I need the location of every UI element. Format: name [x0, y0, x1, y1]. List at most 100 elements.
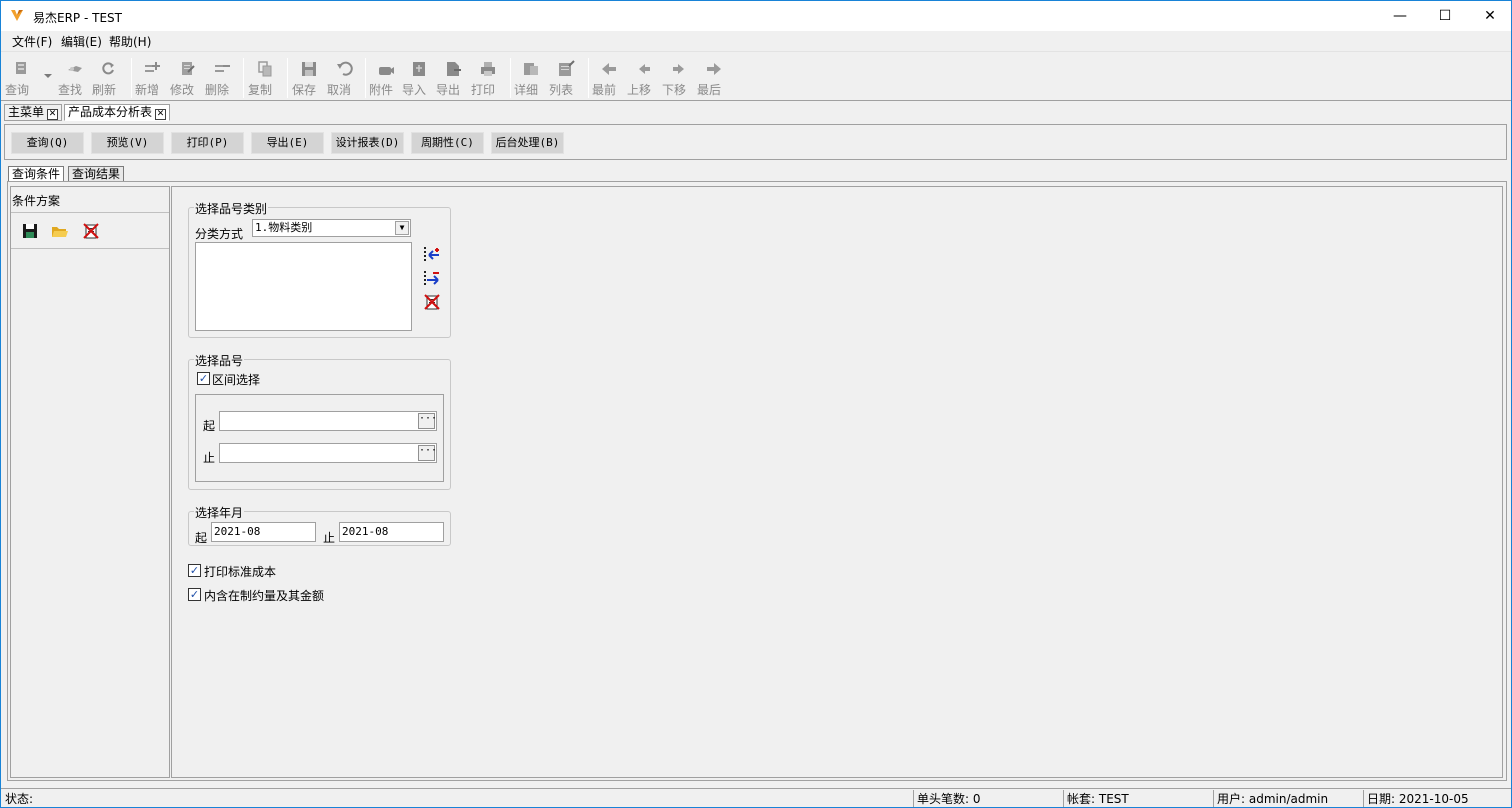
- printer-icon: [481, 62, 495, 76]
- document-tab-bar: 主菜单 ✕ 产品成本分析表 ✕: [1, 102, 1511, 122]
- first-record-icon: [602, 63, 616, 75]
- toolbar-detail-button[interactable]: 详细: [514, 58, 548, 100]
- toolbar-print-button[interactable]: 打印: [471, 58, 505, 100]
- refresh-icon: [102, 62, 114, 75]
- periodic-button[interactable]: 周期性(C): [411, 132, 484, 154]
- query-dropdown-icon[interactable]: [43, 72, 53, 80]
- delete-scheme-icon[interactable]: [82, 222, 100, 240]
- range-select-checkbox[interactable]: ✓: [197, 372, 210, 385]
- browse-button[interactable]: ···: [418, 445, 437, 461]
- print-standard-cost-label: 打印标准成本: [204, 565, 277, 579]
- clear-category-icon[interactable]: [423, 293, 441, 311]
- item-to-label: 止: [203, 451, 216, 465]
- toolbar-list-button[interactable]: 列表: [549, 58, 583, 100]
- close-button[interactable]: ✕: [1467, 1, 1512, 31]
- status-separator: [1213, 790, 1214, 807]
- title-bar: 易杰ERP - TEST — ☐ ✕: [1, 1, 1511, 31]
- previous-record-icon: [639, 64, 650, 74]
- report-action-panel: 查询(Q) 预览(V) 打印(P) 导出(E) 设计报表(D) 周期性(C) 后…: [4, 124, 1507, 160]
- toolbar-separator: [588, 58, 589, 98]
- tab-main-menu[interactable]: 主菜单 ✕: [4, 104, 63, 121]
- account-set: 帐套: TEST: [1067, 792, 1129, 806]
- query-button[interactable]: 查询(Q): [11, 132, 84, 154]
- toolbar-save-button[interactable]: 保存: [292, 58, 326, 100]
- item-group: 选择品号 ✓ 区间选择 起 ··· 止 ···: [188, 352, 451, 490]
- period-group-title: 选择年月: [194, 504, 245, 521]
- condition-scheme-panel: 条件方案: [10, 186, 170, 778]
- list-icon: [559, 60, 575, 76]
- category-group: 选择品号类别 分类方式 1.物料类别 ▼: [188, 200, 451, 338]
- toolbar-attach-button[interactable]: 附件: [369, 58, 403, 100]
- toolbar-copy-button[interactable]: 复制: [248, 58, 282, 100]
- item-range-box: [195, 394, 444, 482]
- toolbar-find-button[interactable]: 查找: [58, 58, 92, 100]
- include-wip-checkbox[interactable]: ✓: [188, 588, 201, 601]
- toolbar-new-button[interactable]: 新增: [135, 58, 169, 100]
- period-to-label: 止: [323, 531, 336, 545]
- menu-help[interactable]: 帮助(H): [109, 33, 151, 50]
- classification-label: 分类方式: [195, 227, 244, 241]
- current-date: 日期: 2021-10-05: [1367, 792, 1469, 806]
- period-to-input[interactable]: 2021-08: [339, 522, 444, 542]
- item-from-label: 起: [203, 419, 216, 433]
- toolbar-separator: [287, 58, 288, 98]
- record-count: 单头笔数: 0: [917, 792, 981, 806]
- export-icon: [447, 62, 461, 76]
- toolbar-refresh-button[interactable]: 刷新: [92, 58, 126, 100]
- menu-file[interactable]: 文件(F): [12, 33, 52, 50]
- design-report-button[interactable]: 设计报表(D): [331, 132, 404, 154]
- browse-button[interactable]: ···: [418, 413, 437, 429]
- find-icon: [68, 66, 82, 72]
- item-from-input[interactable]: ···: [219, 411, 437, 431]
- next-record-icon: [673, 64, 684, 74]
- include-wip-label: 内含在制约量及其金额: [204, 589, 325, 603]
- preview-button[interactable]: 预览(V): [91, 132, 164, 154]
- category-listbox[interactable]: [195, 242, 412, 331]
- toolbar-cancel-button[interactable]: 取消: [327, 58, 361, 100]
- open-folder-icon[interactable]: [51, 222, 69, 240]
- toolbar-import-button[interactable]: 导入: [402, 58, 436, 100]
- print-standard-cost-checkbox[interactable]: ✓: [188, 564, 201, 577]
- status-separator: [913, 790, 914, 807]
- add-category-icon[interactable]: [423, 245, 441, 263]
- undo-icon: [337, 61, 353, 76]
- period-from-input[interactable]: 2021-08: [211, 522, 316, 542]
- classification-select[interactable]: 1.物料类别 ▼: [252, 219, 411, 237]
- toolbar-separator: [243, 58, 244, 98]
- minimize-button[interactable]: —: [1377, 1, 1423, 31]
- export-button[interactable]: 导出(E): [251, 132, 324, 154]
- toolbar-delete-button[interactable]: 删除: [205, 58, 239, 100]
- toolbar-export-button[interactable]: 导出: [436, 58, 470, 100]
- toolbar-separator: [131, 58, 132, 98]
- category-group-title: 选择品号类别: [194, 200, 269, 217]
- tab-product-cost-analysis[interactable]: 产品成本分析表 ✕: [64, 104, 171, 121]
- toolbar-separator: [365, 58, 366, 98]
- divider: [11, 212, 169, 213]
- menu-edit[interactable]: 编辑(E): [61, 33, 102, 50]
- status-separator: [1063, 790, 1064, 807]
- close-tab-icon[interactable]: ✕: [47, 109, 59, 120]
- background-process-button[interactable]: 后台处理(B): [491, 132, 564, 154]
- toolbar-last-button[interactable]: 最后: [697, 58, 731, 100]
- app-logo-icon: [11, 10, 23, 21]
- toolbar-down-button[interactable]: 下移: [662, 58, 696, 100]
- tab-query-results[interactable]: 查询结果: [68, 166, 125, 182]
- save-scheme-icon[interactable]: [21, 222, 39, 240]
- detail-icon: [524, 63, 538, 75]
- status-text: 状态:: [5, 792, 34, 806]
- print-button[interactable]: 打印(P): [171, 132, 244, 154]
- attachment-icon: [379, 67, 394, 75]
- toolbar-edit-button[interactable]: 修改: [170, 58, 204, 100]
- toolbar-query-button[interactable]: 查询: [5, 58, 39, 100]
- remove-category-icon[interactable]: [423, 269, 441, 287]
- maximize-button[interactable]: ☐: [1422, 1, 1468, 31]
- status-bar: 状态: 单头笔数: 0 帐套: TEST 用户: admin/admin 日期:…: [1, 788, 1511, 807]
- chevron-down-icon[interactable]: ▼: [395, 221, 409, 235]
- toolbar-up-button[interactable]: 上移: [627, 58, 661, 100]
- item-to-input[interactable]: ···: [219, 443, 437, 463]
- tab-query-conditions[interactable]: 查询条件: [8, 166, 65, 182]
- toolbar-first-button[interactable]: 最前: [592, 58, 626, 100]
- toolbar-separator: [510, 58, 511, 98]
- period-from-label: 起: [195, 531, 208, 545]
- close-tab-icon[interactable]: ✕: [155, 109, 167, 120]
